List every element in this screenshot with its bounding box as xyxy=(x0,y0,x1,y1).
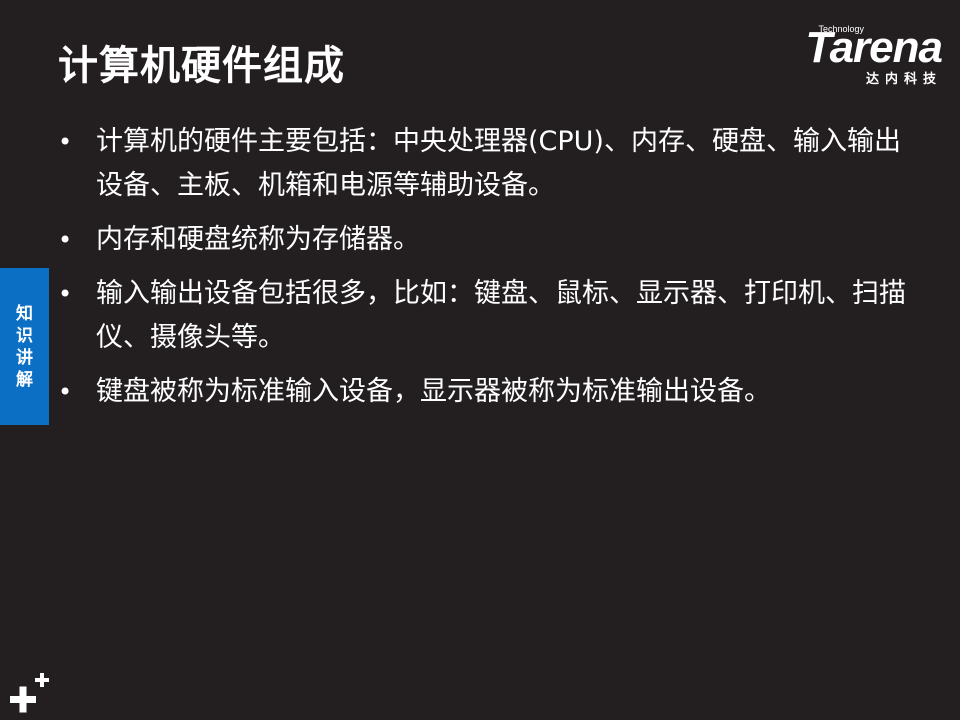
bullet-text: 内存和硬盘统称为存储器。 xyxy=(96,224,420,255)
bullet-dot: • xyxy=(58,378,73,406)
side-tab-char: 解 xyxy=(16,369,33,390)
tarena-logo: Technology Tarena 达内科技 xyxy=(778,22,944,87)
bullet-text: 计算机的硬件主要包括：中央处理器(CPU)、内存、硬盘、输入输出设备、主板、机箱… xyxy=(96,126,901,201)
bullet-text: 键盘被称为标准输入设备，显示器被称为标准输出设备。 xyxy=(96,376,771,407)
bullet-item: • 键盘被称为标准输入设备，显示器被称为标准输出设备。 xyxy=(58,370,918,414)
logo-wordmark: Tarena xyxy=(805,23,943,72)
side-tab-char: 识 xyxy=(16,325,33,346)
bullet-dot: • xyxy=(58,280,73,308)
side-tab-char: 讲 xyxy=(16,347,33,368)
logo-chinese-text: 达内科技 xyxy=(865,72,942,87)
bullet-text: 输入输出设备包括很多，比如：键盘、鼠标、显示器、打印机、扫描仪、摄像头等。 xyxy=(96,278,906,353)
bullet-item: • 输入输出设备包括很多，比如：键盘、鼠标、显示器、打印机、扫描仪、摄像头等。 xyxy=(58,272,918,360)
bullet-dot: • xyxy=(58,226,73,254)
bullet-item: • 内存和硬盘统称为存储器。 xyxy=(58,218,918,262)
page-title: 计算机硬件组成 xyxy=(58,43,345,89)
side-tab-char: 知 xyxy=(16,303,33,324)
knowledge-explanation-tab: 知 识 讲 解 xyxy=(0,268,49,425)
slide: 计算机硬件组成 Technology Tarena 达内科技 知 识 讲 解 •… xyxy=(0,0,960,720)
bullet-dot: • xyxy=(58,128,73,156)
bullet-list: • 计算机的硬件主要包括：中央处理器(CPU)、内存、硬盘、输入输出设备、主板、… xyxy=(58,120,918,424)
plus-icon xyxy=(10,673,49,713)
bullet-item: • 计算机的硬件主要包括：中央处理器(CPU)、内存、硬盘、输入输出设备、主板、… xyxy=(58,120,918,208)
